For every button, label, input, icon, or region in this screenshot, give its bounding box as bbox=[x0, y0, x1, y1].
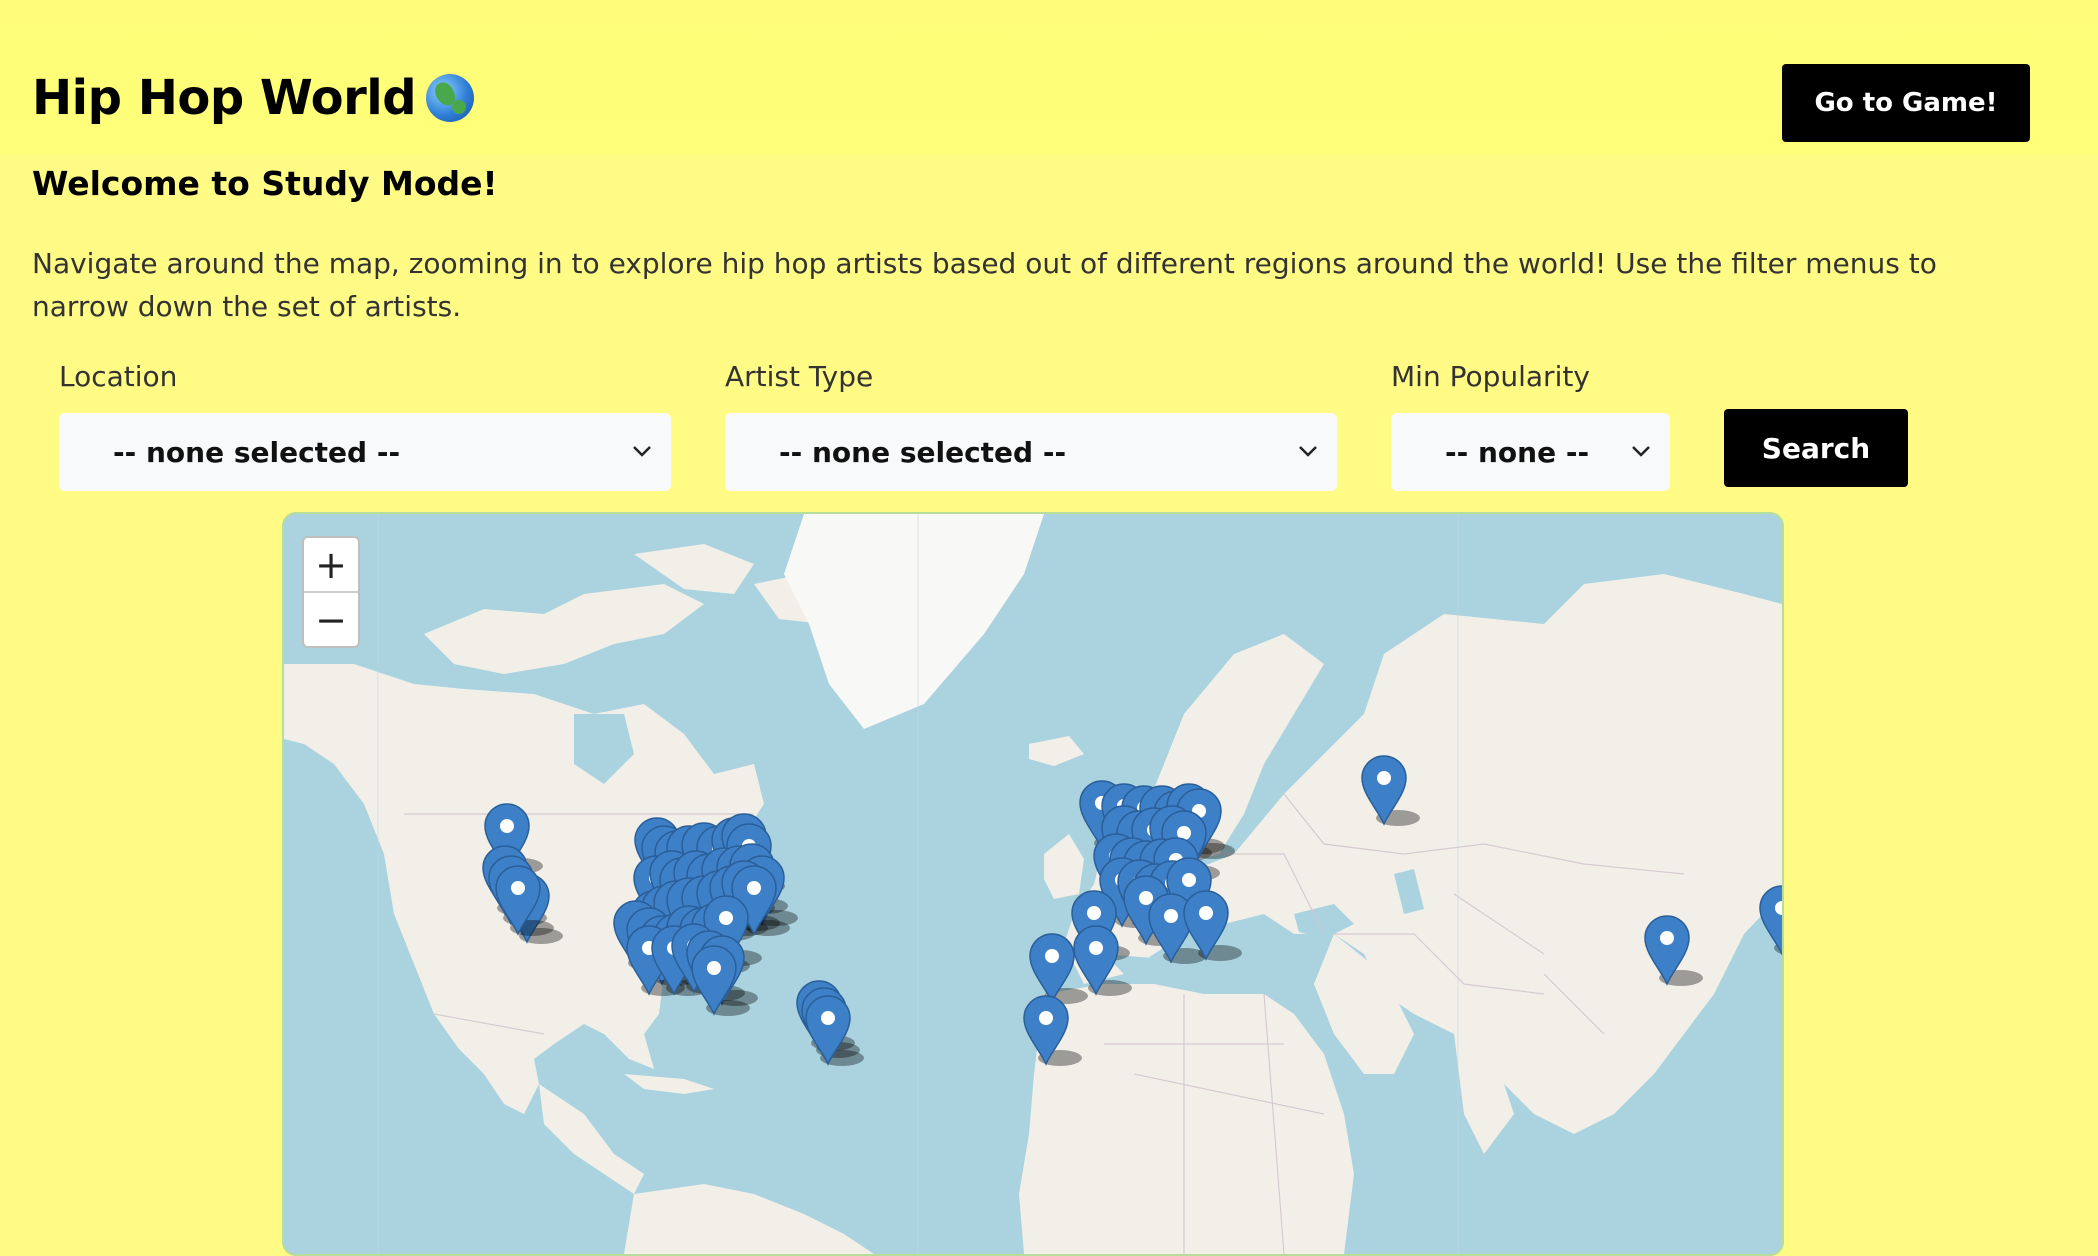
artist-markers-layer[interactable] bbox=[284, 514, 1782, 1254]
map-pin-marker-icon[interactable] bbox=[1073, 925, 1132, 996]
marker-pin-dot bbox=[1199, 906, 1213, 920]
marker-pin-dot bbox=[719, 911, 733, 925]
marker-pin-dot bbox=[1045, 949, 1059, 963]
map-pin-marker-icon[interactable] bbox=[1023, 995, 1082, 1066]
marker-pin-dot bbox=[1087, 906, 1101, 920]
marker-pin-dot bbox=[511, 881, 525, 895]
marker-pin-dot bbox=[500, 819, 514, 833]
chevron-down-icon bbox=[633, 446, 651, 457]
marker-pin-dot bbox=[1660, 931, 1674, 945]
location-select-value: -- none selected -- bbox=[113, 435, 401, 469]
artist-type-label: Artist Type bbox=[725, 360, 874, 393]
zoom-out-button[interactable]: − bbox=[304, 593, 358, 646]
min-popularity-select[interactable]: -- none -- bbox=[1391, 413, 1670, 491]
chevron-down-icon bbox=[1299, 446, 1317, 457]
world-map[interactable]: + − bbox=[282, 512, 1784, 1256]
marker-pin-dot bbox=[747, 881, 761, 895]
location-label: Location bbox=[59, 360, 178, 393]
min-popularity-label: Min Popularity bbox=[1391, 360, 1590, 393]
min-popularity-select-value: -- none -- bbox=[1445, 435, 1590, 469]
artist-type-select-value: -- none selected -- bbox=[779, 435, 1067, 469]
marker-pin-dot bbox=[1182, 873, 1196, 887]
marker-pin-dot bbox=[1089, 941, 1103, 955]
search-button[interactable]: Search bbox=[1724, 409, 1908, 487]
marker-pin-dot bbox=[707, 961, 721, 975]
marker-pin-dot bbox=[1139, 891, 1153, 905]
globe-icon bbox=[426, 74, 475, 122]
go-to-game-button[interactable]: Go to Game! bbox=[1782, 64, 2030, 142]
zoom-control: + − bbox=[302, 536, 360, 648]
map-pin-marker-icon[interactable] bbox=[805, 995, 864, 1066]
marker-pin-dot bbox=[1164, 909, 1178, 923]
intro-paragraph: Navigate around the map, zooming in to e… bbox=[32, 247, 1937, 323]
marker-pin-dot bbox=[1377, 771, 1391, 785]
location-select[interactable]: -- none selected -- bbox=[59, 413, 671, 491]
welcome-heading: Welcome to Study Mode! bbox=[32, 164, 498, 203]
marker-pin-dot bbox=[1039, 1011, 1053, 1025]
map-pin-marker-icon[interactable] bbox=[1644, 915, 1703, 986]
marker-pin-body bbox=[1759, 885, 1782, 956]
zoom-in-button[interactable]: + bbox=[304, 538, 358, 593]
app-title-text: Hip Hop World bbox=[32, 70, 417, 126]
app-title: Hip Hop World bbox=[32, 70, 475, 126]
chevron-down-icon bbox=[1632, 446, 1650, 457]
map-pin-marker-icon[interactable] bbox=[1361, 755, 1420, 826]
artist-type-select[interactable]: -- none selected -- bbox=[725, 413, 1337, 491]
map-pin-marker-icon[interactable] bbox=[1759, 885, 1782, 956]
marker-pin-dot bbox=[821, 1011, 835, 1025]
